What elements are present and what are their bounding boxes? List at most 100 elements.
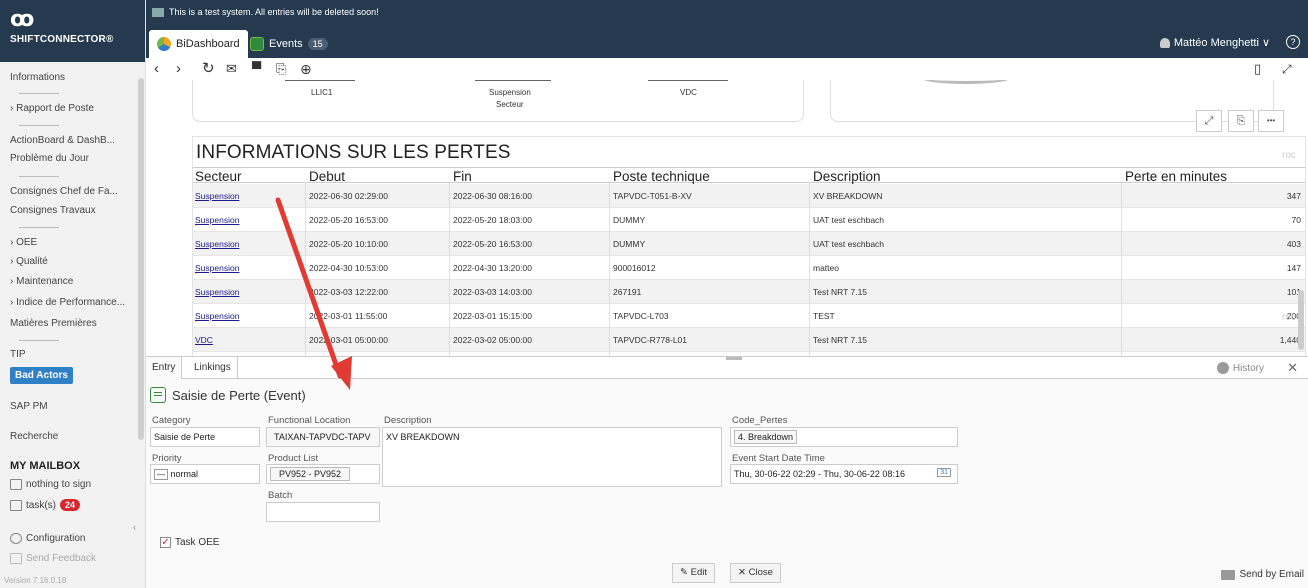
cell-secteur[interactable]: Suspension <box>195 287 239 297</box>
task-oee-checkbox[interactable]: ✓ Task OEE <box>160 537 219 548</box>
dashboard: LLIC1 Suspension VDC Secteur ⤢ ⎘ ••• INF… <box>146 80 1308 356</box>
sidebar-item-consignes-travaux[interactable]: Consignes Travaux <box>10 205 96 216</box>
bookmark-icon[interactable]: ▯ <box>1254 59 1261 79</box>
sidebar-item-consignes-chef[interactable]: Consignes Chef de Fa... <box>10 186 118 197</box>
chart-category-label: LLIC1 <box>311 88 333 97</box>
table-row[interactable]: VDC 2022-03-01 05:00:00 2022-03-02 05:00:0… <box>193 328 1305 352</box>
product-list-field[interactable]: PV952 - PV952 <box>266 464 380 484</box>
cell-secteur[interactable]: Suspension <box>195 191 239 201</box>
bidashboard-icon <box>157 37 171 51</box>
sidebar-item-probleme-du-jour[interactable]: Problème du Jour <box>10 153 89 164</box>
zoom-in-icon[interactable]: ⊕ <box>300 59 312 79</box>
sidebar-divider <box>19 340 59 341</box>
send-email-label: Send by Email <box>1239 569 1304 580</box>
cell-debut: 2022-05-20 16:53:00 <box>309 215 388 225</box>
table-row[interactable]: Suspension 2022-05-20 10:10:00 2022-05-20 … <box>193 232 1305 256</box>
user-menu[interactable]: Mattéo Menghetti ∨ <box>1159 36 1270 49</box>
refresh-icon[interactable]: ↻ <box>202 59 215 79</box>
functional-location-field[interactable]: TAIXAN-TAPVDC-TAPV <box>266 427 380 447</box>
export-icon[interactable]: ⎘ <box>1228 110 1254 132</box>
column-header[interactable]: Debut <box>309 169 345 184</box>
cell-secteur[interactable]: Suspension <box>195 263 239 273</box>
cell-secteur[interactable]: VDC <box>195 335 213 345</box>
sidebar-item-recherche[interactable]: Recherche <box>10 431 58 442</box>
cell-fin: 2022-04-30 13:20:00 <box>453 263 532 273</box>
priority-icon: — <box>154 469 168 480</box>
cell-description: Test NRT 7.15 <box>813 335 868 345</box>
sidebar-item-rapport-de-poste[interactable]: › Rapport de Poste <box>10 103 94 114</box>
cell-secteur[interactable]: Suspension <box>195 311 239 321</box>
table-row[interactable]: Suspension 2022-04-30 10:53:00 2022-04-30 … <box>193 256 1305 280</box>
fullscreen-icon[interactable]: ⤢ <box>1282 59 1292 79</box>
tasks-link[interactable]: task(s) 24 <box>10 499 81 511</box>
description-field[interactable]: XV BREAKDOWN <box>382 427 722 487</box>
priority-field[interactable]: — normal <box>150 464 260 484</box>
table-row[interactable]: Suspension 2022-03-03 12:22:00 2022-03-03 … <box>193 280 1305 304</box>
column-header[interactable]: Description <box>813 169 881 184</box>
shiftconnector-logo: ꝏ <box>10 6 34 31</box>
sidebar-item-matieres-premieres[interactable]: Matières Premières <box>10 318 97 329</box>
column-header[interactable]: Perte en minutes <box>1125 169 1227 184</box>
sidebar-scrollbar[interactable] <box>138 78 144 440</box>
calendar-icon[interactable]: 31 <box>937 468 951 477</box>
tasks-label: task(s) <box>26 499 56 511</box>
help-icon[interactable]: ? <box>1286 35 1300 49</box>
send-by-email-button[interactable]: Send by Email <box>1220 569 1304 580</box>
close-button[interactable]: ✕ Close <box>730 563 781 583</box>
sidebar-item-oee[interactable]: › OEE <box>10 237 37 248</box>
sidebar-item-bad-actors[interactable]: Bad Actors <box>10 367 73 384</box>
more-icon[interactable]: ••• <box>1258 110 1284 132</box>
tab-bidashboard-label: BiDashboard <box>176 38 240 50</box>
code-pertes-field[interactable]: 4. Breakdown <box>730 427 958 447</box>
event-start-field[interactable]: Thu, 30-06-22 02:29 - Thu, 30-06-22 08:1… <box>730 464 958 484</box>
event-start-value: Thu, 30-06-22 02:29 - Thu, 30-06-22 08:1… <box>734 469 905 479</box>
mail-icon[interactable]: ✉ <box>226 59 237 79</box>
cell-secteur[interactable]: Suspension <box>195 215 239 225</box>
column-header[interactable]: Poste technique <box>613 169 710 184</box>
close-panel-icon[interactable]: ✕ <box>1287 360 1298 376</box>
print-icon[interactable]: ▀ <box>252 59 261 79</box>
tab-events[interactable]: Events 15 <box>242 30 336 58</box>
sidebar-item-indice-performance[interactable]: › Indice de Performance... <box>10 297 125 308</box>
send-feedback-link[interactable]: Send Feedback <box>10 553 96 564</box>
sidebar-item-qualite[interactable]: › Qualité <box>10 256 48 267</box>
sidebar-item-informations[interactable]: Informations <box>10 72 65 83</box>
cell-secteur[interactable]: Suspension <box>195 239 239 249</box>
column-divider <box>809 183 810 356</box>
send-feedback-label: Send Feedback <box>26 553 97 564</box>
sidebar-item-sap-pm[interactable]: SAP PM <box>10 401 48 412</box>
history-label: History <box>1232 362 1264 374</box>
panel-scroll-handle[interactable] <box>726 357 742 360</box>
edit-button[interactable]: ✎ Edit <box>672 563 715 583</box>
column-header[interactable]: Secteur <box>195 169 242 184</box>
nothing-to-sign-link[interactable]: nothing to sign <box>10 479 91 490</box>
dashboard-scrollbar[interactable] <box>1298 290 1304 350</box>
back-icon[interactable]: ‹ <box>154 59 159 79</box>
column-divider <box>449 183 450 356</box>
forward-icon[interactable]: › <box>176 59 181 79</box>
tab-entry[interactable]: Entry <box>146 357 183 379</box>
column-header[interactable]: Fin <box>453 169 472 184</box>
batch-field[interactable] <box>266 502 380 522</box>
export-icon[interactable]: ⎘ <box>276 59 286 79</box>
sidebar-item-actionboard[interactable]: ActionBoard & DashB... <box>10 135 115 146</box>
cell-debut: 2022-03-03 12:22:00 <box>309 287 388 297</box>
tab-linkings[interactable]: Linkings <box>188 357 238 379</box>
table-row[interactable]: Suspension 2022-05-20 16:53:00 2022-05-20 … <box>193 208 1305 232</box>
expand-icon[interactable]: ⤢ <box>1196 110 1222 132</box>
cell-fin: 2022-05-20 16:53:00 <box>453 239 532 249</box>
sidebar-item-maintenance[interactable]: › Maintenance <box>10 276 73 287</box>
tab-bidashboard[interactable]: BiDashboard <box>149 30 248 58</box>
cell-poste: TAPVDC-R778-L01 <box>613 335 688 345</box>
category-field[interactable]: Saisie de Perte <box>150 427 260 447</box>
history-button[interactable]: History <box>1216 362 1264 374</box>
cell-poste: 267191 <box>613 287 642 297</box>
table-row[interactable]: Suspension 2022-03-01 11:55:00 2022-03-01 … <box>193 304 1305 328</box>
gear-icon <box>10 533 22 544</box>
sidebar-item-tip[interactable]: TIP <box>10 349 26 360</box>
collapse-sidebar-icon[interactable]: ‹ <box>133 522 136 532</box>
table-row[interactable]: Suspension 2022-06-30 02:29:00 2022-06-30 … <box>193 184 1305 208</box>
brand[interactable]: ꝏ SHIFTCONNECTOR® <box>0 0 145 62</box>
configuration-link[interactable]: Configuration <box>10 533 85 544</box>
cell-poste: 900016012 <box>613 263 656 273</box>
